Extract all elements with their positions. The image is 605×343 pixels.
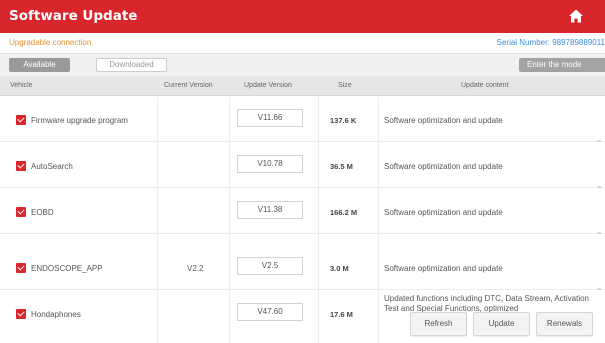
vehicle-name: AutoSearch — [31, 162, 73, 171]
update-content: Software optimization and update — [384, 264, 503, 273]
file-size: 137.6 K — [330, 116, 357, 125]
column-current-version: Current Version — [164, 82, 213, 89]
page-title: Software Update — [9, 8, 138, 24]
vehicle-name: Firmware upgrade program — [31, 116, 128, 125]
tab-bar: Available Downloaded Enter the mode — [0, 53, 605, 76]
column-update-content: Update content — [461, 82, 509, 89]
row-checkbox[interactable] — [16, 309, 26, 319]
update-content: Software optimization and update — [384, 116, 503, 125]
update-button[interactable]: Update — [473, 312, 530, 336]
tab-available[interactable]: Available — [9, 58, 70, 72]
update-content: Updated functions including DTC, Data St… — [384, 294, 589, 313]
update-version-select[interactable]: V47.60 — [237, 303, 303, 321]
file-size: 36.5 M — [330, 162, 353, 171]
file-size: 166.2 M — [330, 208, 358, 217]
row-checkbox[interactable] — [16, 263, 26, 273]
tab-downloaded[interactable]: Downloaded — [96, 58, 167, 72]
serial-number: Serial Number: 989789889011 — [496, 38, 605, 47]
update-version-select[interactable]: V10.78 — [237, 155, 303, 173]
table-row[interactable]: Firmware upgrade program V11.66 137.6 K … — [0, 96, 605, 142]
title-bar: Software Update — [0, 0, 605, 33]
vehicle-name: Hondaphones — [31, 310, 81, 319]
file-size: 17.6 M — [330, 310, 353, 319]
column-update-version: Update Version — [244, 82, 292, 89]
row-checkbox[interactable] — [16, 207, 26, 217]
column-size: Size — [338, 82, 352, 89]
home-icon[interactable] — [568, 8, 584, 24]
vehicle-name: ENDOSCOPE_APP — [31, 264, 103, 273]
vehicle-name: EOBD — [31, 208, 54, 217]
file-size: 3.0 M — [330, 264, 349, 273]
row-checkbox[interactable] — [16, 115, 26, 125]
update-content: Software optimization and update — [384, 208, 503, 217]
renewals-button[interactable]: Renewals — [536, 312, 593, 336]
table-row[interactable]: EOBD V11.38 166.2 M Software optimizatio… — [0, 188, 605, 234]
current-version: V2.2 — [187, 264, 204, 273]
column-vehicle: Vehicle — [10, 82, 33, 89]
software-list: Firmware upgrade program V11.66 137.6 K … — [0, 96, 605, 343]
update-version-select[interactable]: V11.38 — [237, 201, 303, 219]
table-row[interactable]: ENDOSCOPE_APP V2.2 V2.5 3.0 M Software o… — [0, 244, 605, 290]
table-row[interactable]: AutoSearch V10.78 36.5 M Software optimi… — [0, 142, 605, 188]
row-checkbox[interactable] — [16, 161, 26, 171]
connection-status: Upgradable connection — [9, 38, 92, 47]
info-bar: Upgradable connection Serial Number: 989… — [0, 33, 605, 53]
refresh-button[interactable]: Refresh — [410, 312, 467, 336]
update-version-select[interactable]: V11.66 — [237, 109, 303, 127]
table-header: Vehicle Current Version Update Version S… — [0, 76, 605, 96]
update-version-select[interactable]: V2.5 — [237, 257, 303, 275]
search-input[interactable]: Enter the mode — [519, 58, 605, 72]
update-content: Software optimization and update — [384, 162, 503, 171]
